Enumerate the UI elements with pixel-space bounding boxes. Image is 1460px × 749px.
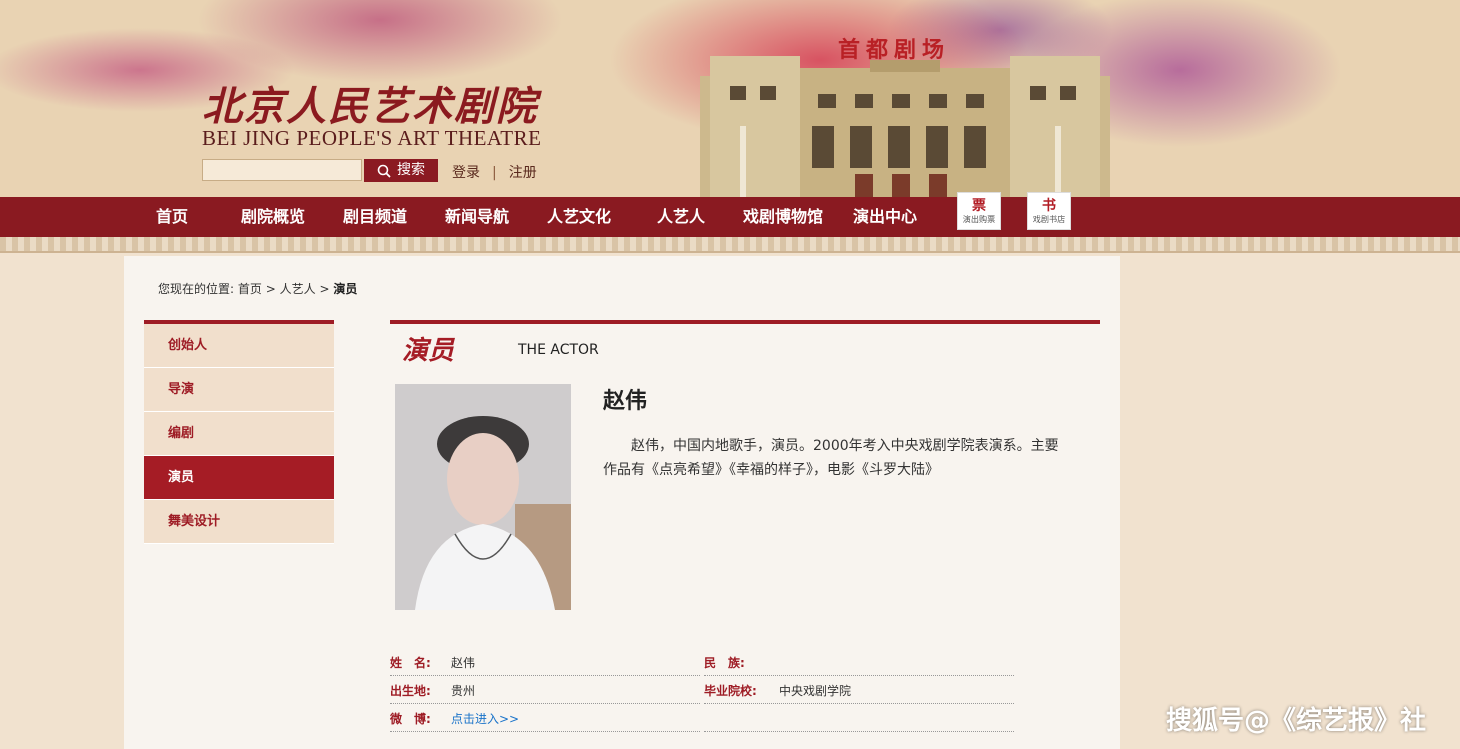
nav-item-overview[interactable]: 剧院概览	[241, 197, 305, 237]
info-row-ethnicity: 民 族:	[704, 648, 1014, 676]
bookstore-tile-button[interactable]: 书 戏剧书店	[1027, 192, 1071, 230]
actor-name: 赵伟	[603, 389, 648, 414]
site-logo-english[interactable]: BEI JING PEOPLE'S ART THEATRE	[202, 126, 541, 151]
nav-item-culture[interactable]: 人艺文化	[547, 197, 611, 237]
search-button[interactable]: 搜索	[364, 159, 438, 182]
breadcrumb-current: 演员	[333, 282, 358, 296]
ethnicity-label: 民 族:	[704, 656, 745, 670]
main-nav: 首页 剧院概览 剧目频道 新闻导航 人艺文化 人艺人 戏剧博物馆 演出中心 票 …	[0, 192, 1460, 237]
birthplace-value: 贵州	[451, 684, 476, 698]
school-label: 毕业院校:	[704, 684, 757, 698]
sidebar-item-stage-design[interactable]: 舞美设计	[144, 500, 334, 544]
name-label: 姓 名:	[390, 656, 431, 670]
sidebar-item-founders[interactable]: 创始人	[144, 324, 334, 368]
actor-photo	[395, 384, 571, 610]
info-row-name: 姓 名: 赵伟	[390, 648, 700, 676]
decorative-border	[0, 237, 1460, 253]
nav-item-news[interactable]: 新闻导航	[445, 197, 509, 237]
bookstore-tile-label: 戏剧书店	[1032, 215, 1066, 225]
site-logo-chinese[interactable]: 北京人民艺术剧院	[202, 74, 538, 132]
breadcrumb: 您现在的位置: 首页 > 人艺人 > 演员	[158, 280, 357, 297]
actor-bio: 赵伟，中国内地歌手，演员。2000年考入中央戏剧学院表演系。主要作品有《点亮希望…	[603, 438, 1059, 478]
section-title-english: THE ACTOR	[518, 342, 599, 358]
nav-item-repertoire[interactable]: 剧目频道	[343, 197, 407, 237]
school-value: 中央戏剧学院	[779, 684, 852, 698]
info-row-empty	[704, 704, 1014, 732]
weibo-label: 微 博:	[390, 712, 431, 726]
ticket-tile-button[interactable]: 票 演出购票	[957, 192, 1001, 230]
register-link[interactable]: 注册	[509, 165, 537, 181]
section-title-chinese: 演员	[402, 336, 455, 366]
breadcrumb-separator: >	[319, 282, 330, 296]
nav-item-people[interactable]: 人艺人	[657, 197, 705, 237]
birthplace-label: 出生地:	[390, 684, 431, 698]
sidebar-item-actors[interactable]: 演员	[144, 456, 334, 500]
search-input[interactable]	[202, 159, 362, 181]
nav-item-museum[interactable]: 戏剧博物馆	[743, 197, 823, 237]
info-row-school: 毕业院校: 中央戏剧学院	[704, 676, 1014, 704]
section-top-bar	[390, 320, 1100, 324]
content-panel: 您现在的位置: 首页 > 人艺人 > 演员 创始人 导演 编剧 演员 舞美设计 …	[124, 256, 1120, 749]
breadcrumb-home[interactable]: 首页	[238, 282, 262, 296]
sidebar-menu: 创始人 导演 编剧 演员 舞美设计	[144, 320, 334, 544]
watermark-text: 搜狐号@《综艺报》社	[1165, 706, 1426, 736]
sidebar-item-playwrights[interactable]: 编剧	[144, 412, 334, 456]
login-link[interactable]: 登录	[452, 165, 480, 181]
weibo-link[interactable]: 点击进入>>	[451, 710, 519, 727]
auth-separator: |	[492, 165, 497, 181]
search-button-label: 搜索	[397, 162, 425, 178]
info-row-weibo: 微 博: 点击进入>>	[390, 704, 700, 732]
nav-item-performance[interactable]: 演出中心	[853, 197, 917, 237]
breadcrumb-parent[interactable]: 人艺人	[280, 282, 316, 296]
info-row-birthplace: 出生地: 贵州	[390, 676, 700, 704]
auth-links: 登录 | 注册	[452, 162, 537, 182]
breadcrumb-separator: >	[265, 282, 276, 296]
nav-item-home[interactable]: 首页	[156, 197, 188, 237]
theatre-building-image	[700, 56, 1110, 197]
ticket-tile-label: 演出购票	[962, 215, 996, 225]
search-icon	[377, 164, 391, 178]
breadcrumb-prefix: 您现在的位置:	[158, 282, 235, 296]
ticket-icon: 票	[972, 198, 986, 214]
site-header: 北京人民艺术剧院 BEI JING PEOPLE'S ART THEATRE 搜…	[0, 0, 1460, 197]
name-value: 赵伟	[451, 656, 476, 670]
sidebar-item-directors[interactable]: 导演	[144, 368, 334, 412]
book-icon: 书	[1042, 198, 1056, 214]
